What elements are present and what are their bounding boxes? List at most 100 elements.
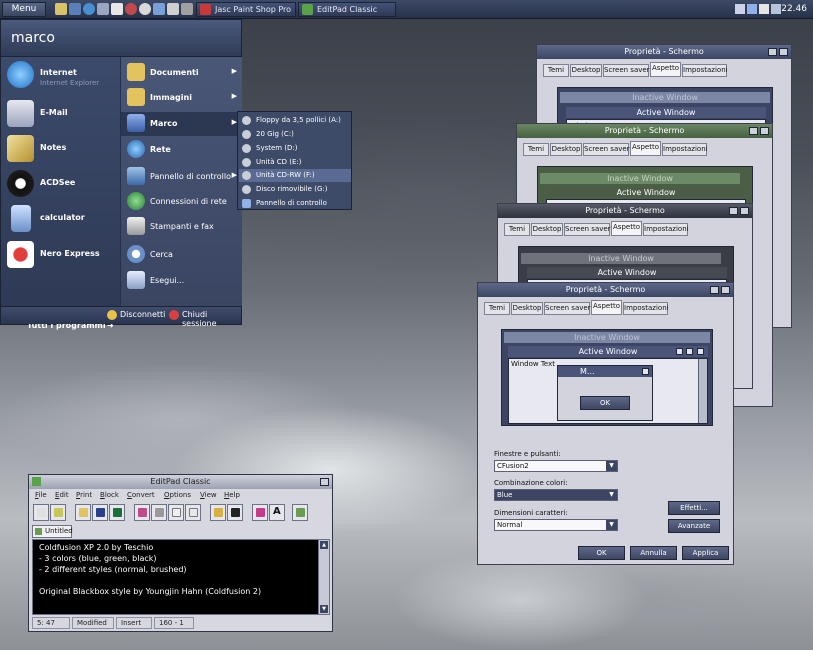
network-icon[interactable] (747, 4, 757, 14)
tab-aspetto[interactable]: Aspetto (591, 300, 622, 315)
copy-button[interactable] (168, 504, 184, 521)
print-button[interactable] (134, 504, 150, 521)
tab-temi[interactable]: Temi (543, 64, 569, 77)
new-window-button[interactable] (50, 504, 66, 521)
place-marco[interactable]: Marco ▶ (121, 112, 243, 136)
apply-button[interactable]: Applica (682, 546, 729, 560)
folder-icon[interactable] (55, 3, 67, 15)
tab-screen-saver[interactable]: Screen saver (583, 143, 630, 156)
place-immagini[interactable]: Immagini ▶ (121, 86, 243, 110)
tab-aspetto[interactable]: Aspetto (630, 141, 661, 156)
logoff-button[interactable]: Disconnetti (107, 310, 165, 320)
submenu-item-d-drive[interactable]: System (D:) (239, 142, 351, 155)
show-desktop-icon[interactable] (181, 3, 193, 15)
new-file-button[interactable] (33, 504, 49, 521)
menu-view[interactable]: View (200, 491, 217, 499)
help-icon[interactable] (768, 48, 777, 56)
browser-icon[interactable] (83, 3, 95, 15)
tab-desktop[interactable]: Desktop (550, 143, 582, 156)
tab-desktop[interactable]: Desktop (511, 302, 543, 315)
scroll-up-icon[interactable]: ▲ (320, 541, 328, 549)
submenu-item-control-panel[interactable]: Pannello di controllo (239, 197, 351, 210)
save-button[interactable] (92, 504, 108, 521)
paste-button[interactable] (185, 504, 201, 521)
search-icon[interactable] (153, 3, 165, 15)
tab-desktop[interactable]: Desktop (570, 64, 602, 77)
place-pannello-di-controllo[interactable]: Pannello di controllo ▶ (121, 165, 243, 189)
task-editpad-classic[interactable]: EditPad Classic (298, 2, 396, 17)
effects-button[interactable]: Effetti... (668, 501, 720, 515)
start-menu-button[interactable]: Menu (2, 2, 46, 17)
notes-icon[interactable] (111, 3, 123, 15)
submenu-item-floppy[interactable]: Floppy da 3,5 pollici (A:) (239, 114, 351, 127)
tab-desktop[interactable]: Desktop (531, 223, 563, 236)
scroll-down-icon[interactable]: ▼ (320, 605, 328, 613)
pinned-nero-express[interactable]: Nero Express (1, 238, 120, 272)
mail-icon[interactable] (97, 3, 109, 15)
font-button[interactable]: A (269, 504, 285, 521)
menu-help[interactable]: Help (224, 491, 240, 499)
submenu-item-removable[interactable]: Disco rimovibile (G:) (239, 183, 351, 196)
tab-screen-saver[interactable]: Screen saver (564, 223, 611, 236)
tab-impostazioni[interactable]: Impostazioni (643, 223, 689, 236)
submenu-item-cd-rw[interactable]: Unità CD-RW (F:) (239, 169, 351, 182)
tab-aspetto[interactable]: Aspetto (611, 221, 642, 236)
desktop-icon[interactable] (69, 3, 81, 15)
find-button[interactable] (210, 504, 226, 521)
place-connessioni-di-rete[interactable]: Connessioni di rete (121, 190, 243, 214)
place-esegui[interactable]: Esegui... (121, 269, 243, 293)
pinned-notes[interactable]: Notes (1, 132, 120, 166)
tab-temi[interactable]: Temi (504, 223, 530, 236)
tab-impostazioni[interactable]: Impostazioni (623, 302, 669, 315)
place-stampanti-e-fax[interactable]: Stampanti e fax (121, 215, 243, 239)
task-paint-shop-pro[interactable]: Jasc Paint Shop Pro (196, 2, 296, 17)
tab-screen-saver[interactable]: Screen saver (603, 64, 650, 77)
mark-button[interactable] (252, 504, 268, 521)
color-scheme-select[interactable]: Blue ▼ (494, 489, 618, 501)
tab-aspetto[interactable]: Aspetto (650, 62, 681, 77)
tab-screen-saver[interactable]: Screen saver (544, 302, 591, 315)
settings-icon[interactable] (167, 3, 179, 15)
menu-block[interactable]: Block (100, 491, 119, 499)
editor-text-area[interactable]: Coldfusion XP 2.0 by Teschio - 3 colors … (32, 539, 330, 615)
menu-print[interactable]: Print (76, 491, 92, 499)
windows-buttons-select[interactable]: CFusion2 ▼ (494, 460, 618, 472)
volume-icon[interactable] (759, 4, 769, 14)
save-all-button[interactable] (109, 504, 125, 521)
pinned-calculator[interactable]: calculator (1, 202, 120, 236)
monitor-icon[interactable] (735, 4, 745, 14)
cd-icon[interactable] (139, 3, 151, 15)
ok-button[interactable]: OK (578, 546, 625, 560)
pinned-acdsee[interactable]: ACDSee (1, 167, 120, 201)
media-icon[interactable] (125, 3, 137, 15)
pinned-email[interactable]: E-Mail (1, 97, 120, 131)
shutdown-button[interactable]: Chiudi sessione (169, 310, 241, 328)
tab-temi[interactable]: Temi (484, 302, 510, 315)
help-icon[interactable] (729, 207, 738, 215)
close-icon[interactable] (779, 48, 788, 56)
pinned-internet[interactable]: Internet Internet Explorer (1, 58, 120, 92)
editor-scrollbar[interactable]: ▲ ▼ (318, 540, 329, 614)
open-button[interactable] (75, 504, 91, 521)
close-icon[interactable] (740, 207, 749, 215)
power-icon[interactable] (771, 4, 781, 14)
cancel-button[interactable]: Annulla (630, 546, 677, 560)
place-documenti[interactable]: Documenti ▶ (121, 61, 243, 85)
tab-impostazioni[interactable]: Impostazioni (682, 64, 728, 77)
menu-file[interactable]: File (35, 491, 47, 499)
submenu-item-c-drive[interactable]: 20 Gig (C:) (239, 128, 351, 141)
settings-button[interactable] (292, 504, 308, 521)
submenu-item-cd[interactable]: Unità CD (E:) (239, 156, 351, 169)
place-rete[interactable]: Rete (121, 138, 243, 162)
replace-button[interactable] (227, 504, 243, 521)
tab-impostazioni[interactable]: Impostazioni (662, 143, 708, 156)
close-icon[interactable] (721, 286, 730, 294)
help-icon[interactable] (710, 286, 719, 294)
clock[interactable]: 22.46 (781, 0, 807, 19)
menu-options[interactable]: Options (164, 491, 191, 499)
close-icon[interactable] (320, 478, 329, 486)
tab-temi[interactable]: Temi (523, 143, 549, 156)
advanced-button[interactable]: Avanzate (668, 519, 720, 533)
tab-untitled[interactable]: Untitled (32, 525, 73, 538)
menu-edit[interactable]: Edit (55, 491, 69, 499)
